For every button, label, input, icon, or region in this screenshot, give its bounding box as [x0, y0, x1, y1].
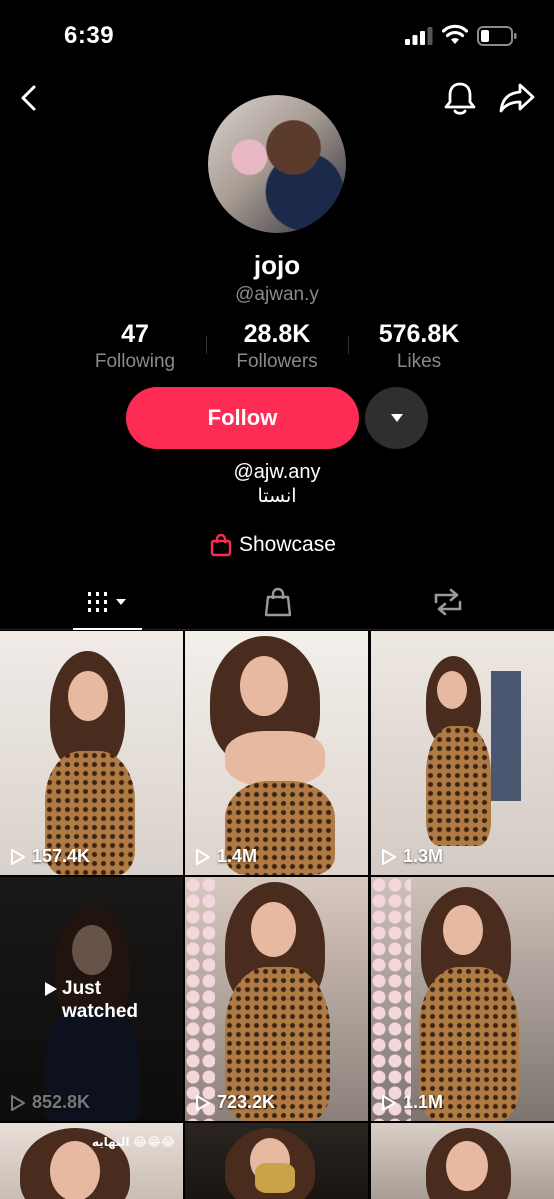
- video-thumbnail[interactable]: [371, 1123, 554, 1199]
- just-watched-badge: Just watched: [44, 977, 138, 1023]
- view-count-text: 1.1M: [403, 1092, 444, 1112]
- view-count: 1.3M: [381, 846, 443, 867]
- view-count: 723.2K: [195, 1092, 275, 1113]
- view-count: 157.4K: [10, 846, 90, 867]
- showcase-link[interactable]: Showcase: [210, 530, 336, 560]
- just-watched-line2: watched: [62, 1001, 139, 1022]
- following-count: 47: [121, 320, 149, 348]
- profile-handle: @ajwan.y: [235, 284, 319, 305]
- following-label: Following: [94, 351, 176, 372]
- repost-icon: [434, 588, 461, 616]
- play-icon: [382, 1094, 396, 1111]
- stat-following[interactable]: 47 Following: [64, 320, 206, 373]
- play-icon: [45, 981, 57, 996]
- view-count-text: 852.8K: [32, 1092, 91, 1112]
- shopping-bag-icon: [210, 533, 232, 557]
- tab-shop[interactable]: [185, 574, 370, 630]
- profile-tabs: [0, 574, 554, 630]
- shopping-bag-icon: [264, 587, 291, 617]
- suggested-accounts-button[interactable]: [365, 387, 428, 449]
- video-thumbnail[interactable]: [185, 1123, 368, 1199]
- share-arrow-icon[interactable]: [498, 80, 536, 116]
- back-chevron-icon[interactable]: [14, 82, 46, 114]
- tab-videos[interactable]: [15, 574, 200, 630]
- video-caption-tag: النهايه 😂😂😂: [91, 1135, 175, 1149]
- play-icon: [11, 848, 25, 865]
- video-thumbnail[interactable]: 723.2K: [185, 877, 368, 1121]
- video-thumbnail[interactable]: 1.4M: [185, 631, 368, 875]
- profile-avatar[interactable]: [208, 95, 346, 233]
- showcase-label: Showcase: [239, 533, 336, 556]
- grid-icon: [87, 592, 126, 612]
- video-thumbnail[interactable]: 1.1M: [371, 877, 554, 1121]
- follow-button[interactable]: Follow: [126, 387, 359, 449]
- profile-name: jojo: [253, 250, 301, 280]
- view-count: 1.1M: [381, 1092, 443, 1113]
- view-count-text: 723.2K: [217, 1092, 276, 1112]
- battery-icon: [477, 26, 517, 46]
- view-count: 1.4M: [195, 846, 257, 867]
- active-tab-indicator: [73, 628, 142, 630]
- video-thumbnail[interactable]: 1.3M: [371, 631, 554, 875]
- play-icon: [11, 1094, 25, 1111]
- play-icon: [196, 848, 210, 865]
- followers-count: 28.8K: [243, 320, 311, 348]
- tab-reposts[interactable]: [355, 574, 540, 630]
- view-count-text: 157.4K: [32, 846, 91, 866]
- status-bar: 6:39: [0, 0, 554, 76]
- view-count-text: 1.4M: [217, 846, 258, 866]
- profile-stats: 47 Following 28.8K Followers 576.8K Like…: [64, 320, 490, 380]
- wifi-icon: [442, 24, 468, 44]
- caret-down-icon: [390, 414, 403, 422]
- status-time: 6:39: [64, 22, 115, 49]
- video-thumbnail[interactable]: النهايه 😂😂😂: [0, 1123, 183, 1199]
- video-thumbnail[interactable]: 157.4K: [0, 631, 183, 875]
- view-count: 852.8K: [10, 1092, 90, 1113]
- just-watched-line1: Just: [62, 978, 102, 999]
- likes-count: 576.8K: [378, 320, 460, 348]
- play-icon: [196, 1094, 210, 1111]
- followers-label: Followers: [236, 351, 318, 372]
- likes-label: Likes: [396, 351, 442, 372]
- video-thumbnail[interactable]: Just watched 852.8K: [0, 877, 183, 1121]
- stat-followers[interactable]: 28.8K Followers: [206, 320, 348, 373]
- play-icon: [382, 848, 396, 865]
- bio-instagram-handle[interactable]: @ajw.any: [0, 461, 554, 484]
- bio-text: انستا: [257, 486, 297, 507]
- signal-icon: [405, 27, 433, 45]
- stat-likes[interactable]: 576.8K Likes: [348, 320, 490, 373]
- bell-icon[interactable]: [443, 80, 477, 116]
- view-count-text: 1.3M: [403, 846, 444, 866]
